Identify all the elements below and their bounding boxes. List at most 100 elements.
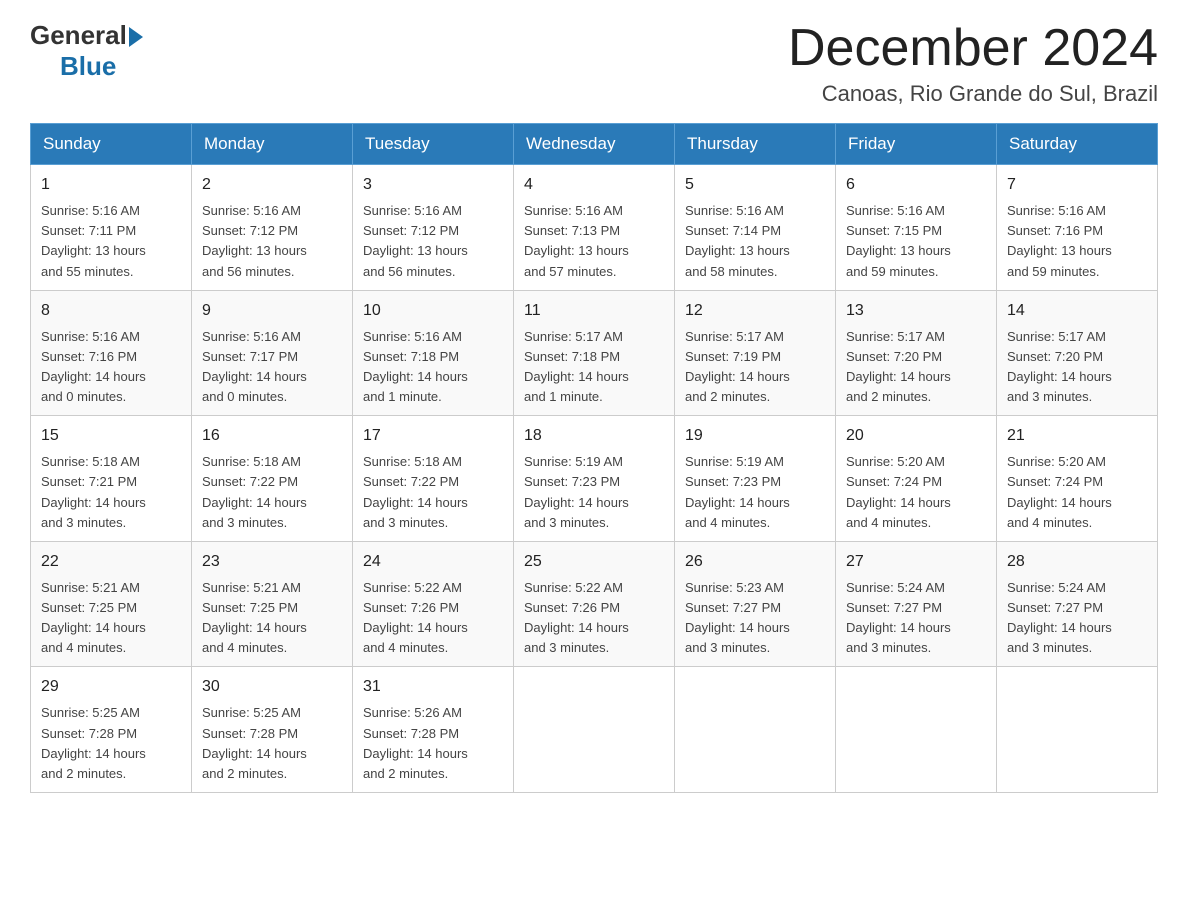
day-info: Sunrise: 5:18 AMSunset: 7:21 PMDaylight:… <box>41 452 181 533</box>
title-area: December 2024 Canoas, Rio Grande do Sul,… <box>788 20 1158 107</box>
table-row <box>836 667 997 793</box>
day-info: Sunrise: 5:16 AMSunset: 7:14 PMDaylight:… <box>685 201 825 282</box>
day-info: Sunrise: 5:16 AMSunset: 7:15 PMDaylight:… <box>846 201 986 282</box>
day-number: 6 <box>846 173 986 197</box>
table-row: 28 Sunrise: 5:24 AMSunset: 7:27 PMDaylig… <box>997 541 1158 667</box>
table-row: 17 Sunrise: 5:18 AMSunset: 7:22 PMDaylig… <box>353 416 514 542</box>
day-info: Sunrise: 5:17 AMSunset: 7:20 PMDaylight:… <box>1007 327 1147 408</box>
day-info: Sunrise: 5:23 AMSunset: 7:27 PMDaylight:… <box>685 578 825 659</box>
table-row: 25 Sunrise: 5:22 AMSunset: 7:26 PMDaylig… <box>514 541 675 667</box>
day-number: 15 <box>41 424 181 448</box>
table-row: 22 Sunrise: 5:21 AMSunset: 7:25 PMDaylig… <box>31 541 192 667</box>
day-number: 24 <box>363 550 503 574</box>
day-number: 13 <box>846 299 986 323</box>
day-number: 2 <box>202 173 342 197</box>
day-info: Sunrise: 5:16 AMSunset: 7:18 PMDaylight:… <box>363 327 503 408</box>
week-row-1: 1 Sunrise: 5:16 AMSunset: 7:11 PMDayligh… <box>31 165 1158 291</box>
table-row: 24 Sunrise: 5:22 AMSunset: 7:26 PMDaylig… <box>353 541 514 667</box>
day-number: 1 <box>41 173 181 197</box>
calendar-header-row: Sunday Monday Tuesday Wednesday Thursday… <box>31 124 1158 165</box>
day-number: 26 <box>685 550 825 574</box>
week-row-3: 15 Sunrise: 5:18 AMSunset: 7:21 PMDaylig… <box>31 416 1158 542</box>
day-number: 23 <box>202 550 342 574</box>
table-row: 14 Sunrise: 5:17 AMSunset: 7:20 PMDaylig… <box>997 290 1158 416</box>
day-number: 21 <box>1007 424 1147 448</box>
day-info: Sunrise: 5:16 AMSunset: 7:17 PMDaylight:… <box>202 327 342 408</box>
day-info: Sunrise: 5:16 AMSunset: 7:16 PMDaylight:… <box>1007 201 1147 282</box>
day-info: Sunrise: 5:20 AMSunset: 7:24 PMDaylight:… <box>846 452 986 533</box>
logo-triangle-icon <box>129 27 143 47</box>
col-thursday: Thursday <box>675 124 836 165</box>
day-number: 8 <box>41 299 181 323</box>
col-tuesday: Tuesday <box>353 124 514 165</box>
day-number: 4 <box>524 173 664 197</box>
day-number: 14 <box>1007 299 1147 323</box>
col-sunday: Sunday <box>31 124 192 165</box>
page-header: General Blue December 2024 Canoas, Rio G… <box>30 20 1158 107</box>
table-row: 8 Sunrise: 5:16 AMSunset: 7:16 PMDayligh… <box>31 290 192 416</box>
table-row: 5 Sunrise: 5:16 AMSunset: 7:14 PMDayligh… <box>675 165 836 291</box>
day-info: Sunrise: 5:17 AMSunset: 7:18 PMDaylight:… <box>524 327 664 408</box>
day-info: Sunrise: 5:22 AMSunset: 7:26 PMDaylight:… <box>363 578 503 659</box>
day-info: Sunrise: 5:20 AMSunset: 7:24 PMDaylight:… <box>1007 452 1147 533</box>
day-info: Sunrise: 5:24 AMSunset: 7:27 PMDaylight:… <box>1007 578 1147 659</box>
table-row: 31 Sunrise: 5:26 AMSunset: 7:28 PMDaylig… <box>353 667 514 793</box>
day-number: 25 <box>524 550 664 574</box>
calendar-title: December 2024 <box>788 20 1158 77</box>
table-row: 16 Sunrise: 5:18 AMSunset: 7:22 PMDaylig… <box>192 416 353 542</box>
day-info: Sunrise: 5:16 AMSunset: 7:11 PMDaylight:… <box>41 201 181 282</box>
calendar-subtitle: Canoas, Rio Grande do Sul, Brazil <box>788 81 1158 107</box>
table-row: 20 Sunrise: 5:20 AMSunset: 7:24 PMDaylig… <box>836 416 997 542</box>
day-info: Sunrise: 5:16 AMSunset: 7:12 PMDaylight:… <box>202 201 342 282</box>
day-number: 18 <box>524 424 664 448</box>
day-info: Sunrise: 5:16 AMSunset: 7:16 PMDaylight:… <box>41 327 181 408</box>
table-row: 19 Sunrise: 5:19 AMSunset: 7:23 PMDaylig… <box>675 416 836 542</box>
day-number: 5 <box>685 173 825 197</box>
day-info: Sunrise: 5:19 AMSunset: 7:23 PMDaylight:… <box>524 452 664 533</box>
week-row-4: 22 Sunrise: 5:21 AMSunset: 7:25 PMDaylig… <box>31 541 1158 667</box>
table-row: 27 Sunrise: 5:24 AMSunset: 7:27 PMDaylig… <box>836 541 997 667</box>
logo-blue-text: Blue <box>60 51 116 82</box>
table-row: 18 Sunrise: 5:19 AMSunset: 7:23 PMDaylig… <box>514 416 675 542</box>
table-row: 11 Sunrise: 5:17 AMSunset: 7:18 PMDaylig… <box>514 290 675 416</box>
day-info: Sunrise: 5:24 AMSunset: 7:27 PMDaylight:… <box>846 578 986 659</box>
table-row <box>997 667 1158 793</box>
day-info: Sunrise: 5:17 AMSunset: 7:20 PMDaylight:… <box>846 327 986 408</box>
day-info: Sunrise: 5:16 AMSunset: 7:12 PMDaylight:… <box>363 201 503 282</box>
table-row: 21 Sunrise: 5:20 AMSunset: 7:24 PMDaylig… <box>997 416 1158 542</box>
day-info: Sunrise: 5:25 AMSunset: 7:28 PMDaylight:… <box>41 703 181 784</box>
day-number: 20 <box>846 424 986 448</box>
day-number: 16 <box>202 424 342 448</box>
table-row: 15 Sunrise: 5:18 AMSunset: 7:21 PMDaylig… <box>31 416 192 542</box>
col-wednesday: Wednesday <box>514 124 675 165</box>
table-row: 10 Sunrise: 5:16 AMSunset: 7:18 PMDaylig… <box>353 290 514 416</box>
day-info: Sunrise: 5:22 AMSunset: 7:26 PMDaylight:… <box>524 578 664 659</box>
week-row-5: 29 Sunrise: 5:25 AMSunset: 7:28 PMDaylig… <box>31 667 1158 793</box>
day-info: Sunrise: 5:17 AMSunset: 7:19 PMDaylight:… <box>685 327 825 408</box>
day-info: Sunrise: 5:21 AMSunset: 7:25 PMDaylight:… <box>202 578 342 659</box>
day-number: 17 <box>363 424 503 448</box>
col-friday: Friday <box>836 124 997 165</box>
table-row: 9 Sunrise: 5:16 AMSunset: 7:17 PMDayligh… <box>192 290 353 416</box>
day-number: 19 <box>685 424 825 448</box>
day-number: 9 <box>202 299 342 323</box>
logo-general-text: General <box>30 20 127 51</box>
logo: General Blue <box>30 20 143 82</box>
table-row: 6 Sunrise: 5:16 AMSunset: 7:15 PMDayligh… <box>836 165 997 291</box>
day-number: 10 <box>363 299 503 323</box>
table-row: 30 Sunrise: 5:25 AMSunset: 7:28 PMDaylig… <box>192 667 353 793</box>
day-number: 7 <box>1007 173 1147 197</box>
day-number: 30 <box>202 675 342 699</box>
day-number: 28 <box>1007 550 1147 574</box>
day-number: 3 <box>363 173 503 197</box>
calendar-table: Sunday Monday Tuesday Wednesday Thursday… <box>30 123 1158 793</box>
day-info: Sunrise: 5:26 AMSunset: 7:28 PMDaylight:… <box>363 703 503 784</box>
table-row: 1 Sunrise: 5:16 AMSunset: 7:11 PMDayligh… <box>31 165 192 291</box>
day-info: Sunrise: 5:21 AMSunset: 7:25 PMDaylight:… <box>41 578 181 659</box>
table-row: 7 Sunrise: 5:16 AMSunset: 7:16 PMDayligh… <box>997 165 1158 291</box>
table-row <box>675 667 836 793</box>
day-number: 29 <box>41 675 181 699</box>
table-row: 23 Sunrise: 5:21 AMSunset: 7:25 PMDaylig… <box>192 541 353 667</box>
day-number: 22 <box>41 550 181 574</box>
day-info: Sunrise: 5:19 AMSunset: 7:23 PMDaylight:… <box>685 452 825 533</box>
